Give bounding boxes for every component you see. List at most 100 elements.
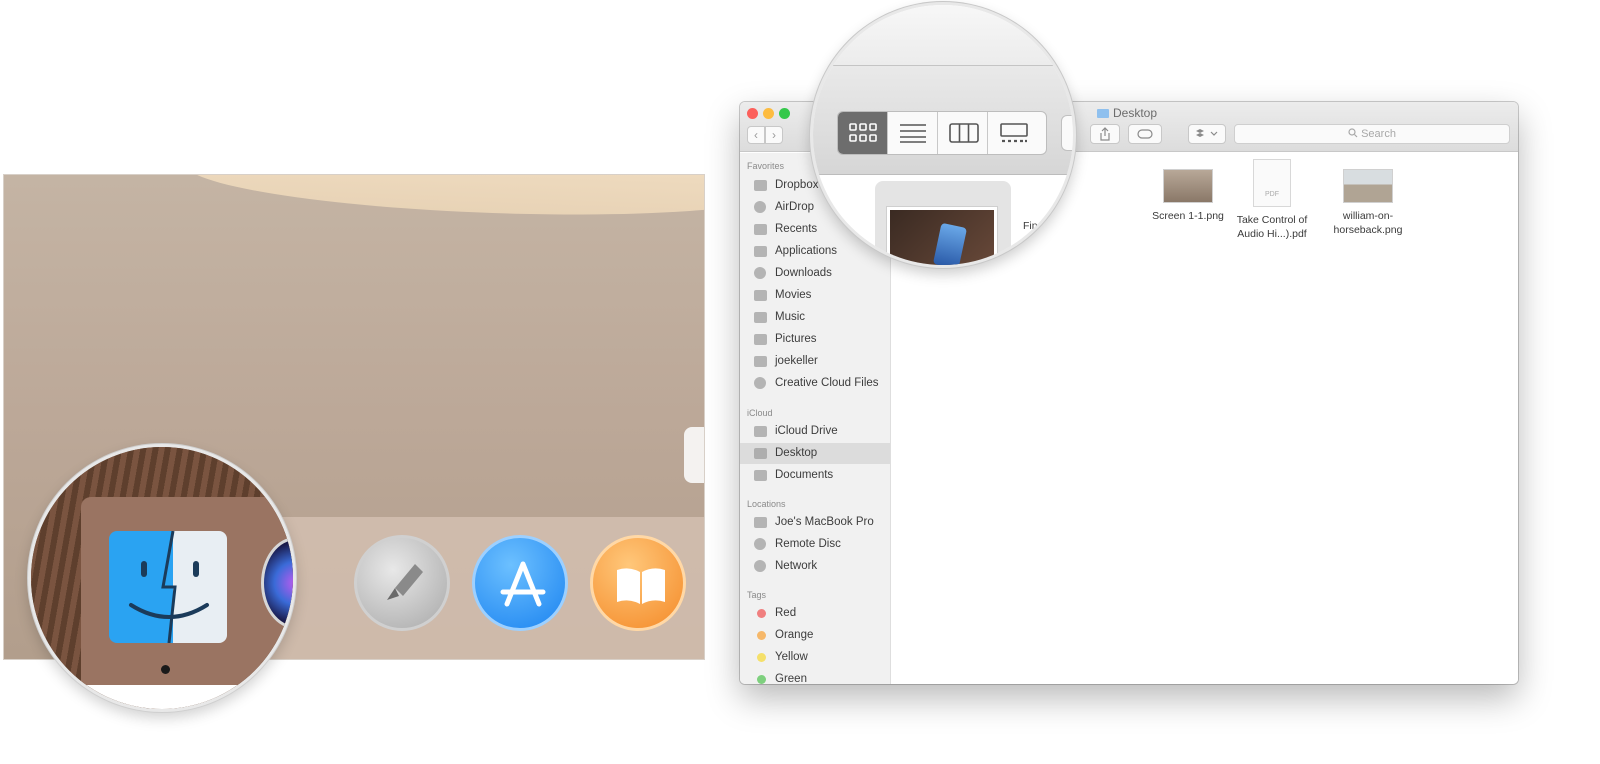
- gallery-view-icon: [1000, 123, 1028, 143]
- list-view-icon: [900, 124, 926, 143]
- file-name: Audio Hi...).pdf: [1237, 228, 1307, 240]
- tag-icon: [1137, 129, 1153, 139]
- sidebar-item-label: Dropbox: [775, 179, 819, 191]
- sidebar-item-network[interactable]: Network: [740, 556, 890, 577]
- sidebar-item-movies[interactable]: Movies: [740, 285, 890, 306]
- icon-view-icon: [849, 123, 877, 142]
- downloads-icon: [754, 267, 766, 279]
- toolbar-magnifier: Finder eens: [810, 2, 1076, 268]
- sidebar-item-label: Orange: [775, 629, 814, 641]
- sidebar-item-home[interactable]: joekeller: [740, 351, 890, 372]
- dock-edge-tab: [684, 427, 704, 483]
- music-icon: [754, 312, 767, 323]
- cloud-icon: [754, 426, 767, 437]
- file-name: horseback.png: [1333, 224, 1403, 236]
- forward-button[interactable]: ›: [765, 126, 783, 144]
- sidebar-item-label: Pictures: [775, 333, 817, 345]
- gallery-view-button[interactable]: [988, 112, 1046, 154]
- share-button[interactable]: [1090, 124, 1120, 144]
- sidebar-item-creative-cloud[interactable]: Creative Cloud Files: [740, 373, 890, 394]
- minimize-button[interactable]: [763, 108, 774, 119]
- sidebar-section-tags: Tags: [747, 590, 767, 600]
- pdf-thumbnail: PDF: [1253, 159, 1291, 207]
- dropbox-button[interactable]: [1188, 124, 1226, 144]
- sidebar-item-label: Yellow: [775, 651, 808, 663]
- sidebar-item-label: Network: [775, 560, 818, 572]
- column-view-button[interactable]: [938, 112, 988, 154]
- view-mode-control: [837, 111, 1047, 155]
- sidebar-item-label: Red: [775, 607, 797, 619]
- app-store-icon[interactable]: [472, 535, 568, 631]
- magnified-file-name: Finder eens: [1023, 219, 1053, 247]
- share-icon: [1100, 127, 1110, 141]
- folder-icon: [1097, 109, 1109, 118]
- close-button[interactable]: [747, 108, 758, 119]
- column-view-icon: [949, 123, 979, 143]
- back-button[interactable]: ‹: [747, 126, 765, 144]
- movies-icon: [754, 290, 767, 301]
- home-icon: [754, 356, 767, 367]
- tag-dot-icon: [757, 609, 766, 618]
- sidebar-item-label: Movies: [775, 289, 812, 301]
- sidebar-item-label: Remote Disc: [775, 538, 841, 550]
- desktop-icon: [754, 448, 767, 459]
- sidebar-item-label: Desktop: [775, 447, 818, 459]
- dropbox-icon: [1196, 129, 1218, 137]
- sidebar-item-pictures[interactable]: Pictures: [740, 329, 890, 350]
- network-icon: [754, 560, 766, 572]
- sidebar-item-macbook[interactable]: Joe's MacBook Pro: [740, 512, 890, 533]
- window-title: Desktop: [1097, 106, 1157, 120]
- icon-view-button[interactable]: [838, 112, 888, 154]
- file-item[interactable]: PDF Take Control of Audio Hi...).pdf: [1222, 159, 1322, 241]
- disc-icon: [754, 538, 766, 550]
- zoom-button[interactable]: [779, 108, 790, 119]
- sidebar-item-icloud-drive[interactable]: iCloud Drive: [740, 421, 890, 442]
- sidebar-item-label: AirDrop: [775, 201, 814, 213]
- sidebar-tag-orange[interactable]: Orange: [740, 625, 890, 646]
- laptop-icon: [754, 517, 767, 528]
- applications-icon: [754, 246, 767, 257]
- magnified-titlebar: [813, 5, 1073, 65]
- sidebar-item-label: Creative Cloud Files: [775, 377, 879, 389]
- airdrop-icon: [754, 201, 766, 213]
- sidebar-section-locations: Locations: [747, 499, 786, 509]
- file-name: Take Control of: [1236, 214, 1308, 226]
- sidebar-item-label: Green: [775, 673, 807, 684]
- file-thumbnail: [1343, 169, 1393, 203]
- pictures-icon: [754, 334, 767, 345]
- sidebar-tag-red[interactable]: Red: [740, 603, 890, 624]
- tag-button[interactable]: [1128, 124, 1162, 144]
- file-thumbnail: [1163, 169, 1213, 203]
- launchpad-icon[interactable]: [354, 535, 450, 631]
- running-indicator: [161, 665, 170, 674]
- pdf-label: PDF: [1265, 191, 1279, 198]
- sidebar-tag-yellow[interactable]: Yellow: [740, 647, 890, 668]
- search-icon: [1348, 128, 1358, 138]
- list-view-button[interactable]: [888, 112, 938, 154]
- sidebar-item-remote-disc[interactable]: Remote Disc: [740, 534, 890, 555]
- tag-dot-icon: [757, 675, 766, 684]
- sidebar-item-label: Applications: [775, 245, 838, 257]
- sidebar-section-icloud: iCloud: [747, 408, 773, 418]
- file-item[interactable]: william-on- horseback.png: [1318, 169, 1418, 237]
- magnified-next-button: [1061, 115, 1073, 151]
- sidebar-tag-green[interactable]: Green: [740, 669, 890, 684]
- sidebar-item-music[interactable]: Music: [740, 307, 890, 328]
- documents-icon: [754, 470, 767, 481]
- dropbox-icon: [754, 180, 767, 191]
- sidebar-item-label: joekeller: [775, 355, 818, 367]
- finder-icon[interactable]: [109, 531, 227, 643]
- sidebar-item-label: Documents: [775, 469, 834, 481]
- sidebar-item-label: Joe's MacBook Pro: [775, 516, 874, 528]
- sidebar-item-label: Music: [775, 311, 806, 323]
- sidebar-item-downloads[interactable]: Downloads: [740, 263, 890, 284]
- sidebar-item-documents[interactable]: Documents: [740, 465, 890, 486]
- ibooks-icon[interactable]: [590, 535, 686, 631]
- creative-cloud-icon: [754, 377, 766, 389]
- window-title-text: Desktop: [1113, 106, 1158, 120]
- sidebar-item-desktop[interactable]: Desktop: [740, 443, 890, 464]
- tag-dot-icon: [757, 631, 766, 640]
- sidebar-item-label: Downloads: [775, 267, 832, 279]
- search-placeholder: Search: [1361, 128, 1396, 140]
- search-field[interactable]: Search: [1234, 124, 1510, 144]
